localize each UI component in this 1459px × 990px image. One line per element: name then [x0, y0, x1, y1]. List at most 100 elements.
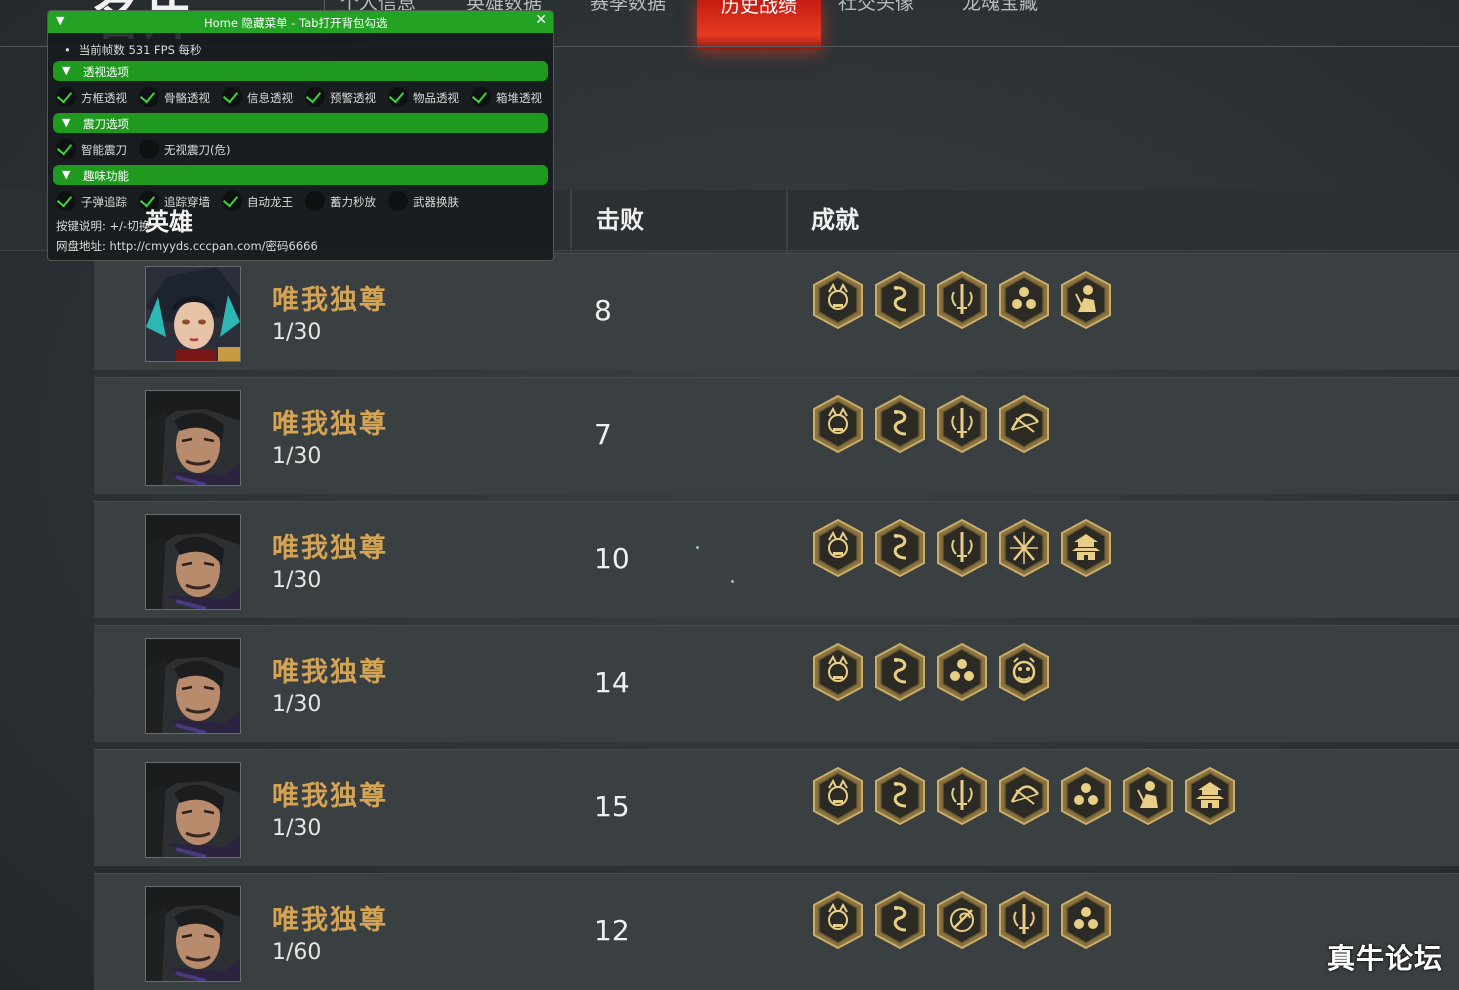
pagoda-icon[interactable]: [1058, 518, 1114, 578]
sword-icon[interactable]: [934, 394, 990, 454]
sword-icon[interactable]: [996, 890, 1052, 950]
menu-section-header[interactable]: ▼ 震刀选项: [53, 113, 548, 133]
checkbox[interactable]: [56, 87, 76, 107]
serpent-icon[interactable]: [872, 890, 928, 950]
demon-mask-icon[interactable]: [810, 642, 866, 702]
collapse-triangle-icon[interactable]: ▼: [62, 168, 70, 181]
collapse-triangle-icon[interactable]: ▼: [56, 14, 64, 27]
kill-count: 12: [594, 914, 630, 947]
checkmark-icon: [222, 87, 239, 104]
checkbox[interactable]: [305, 87, 325, 107]
triple-skull-icon[interactable]: [934, 642, 990, 702]
player-name: 唯我独尊: [272, 657, 388, 688]
checkbox[interactable]: [388, 191, 408, 211]
sword-icon[interactable]: [934, 766, 990, 826]
warrior-icon[interactable]: [1120, 766, 1176, 826]
sparkle-dot: [696, 546, 699, 549]
option-label: 自动龙王: [247, 195, 293, 209]
option-label: 蓄力秒放: [330, 195, 376, 209]
fps-text: 当前帧数 531 FPS 每秒: [78, 43, 202, 57]
checkbox[interactable]: [305, 191, 325, 211]
option-label: 方框透视: [81, 91, 127, 105]
table-row[interactable]: 唯我独尊 1/30 7: [94, 377, 1459, 494]
triple-skull-icon[interactable]: [996, 270, 1052, 330]
serpent-icon[interactable]: [872, 642, 928, 702]
checkmark-icon: [56, 191, 73, 208]
serpent-icon[interactable]: [872, 518, 928, 578]
demon-mask-icon[interactable]: [810, 890, 866, 950]
checkbox[interactable]: [139, 87, 159, 107]
serpent-icon[interactable]: [872, 394, 928, 454]
table-row[interactable]: 唯我独尊 1/30 15: [94, 749, 1459, 866]
checkbox[interactable]: [471, 87, 491, 107]
tab-social-avatar[interactable]: 社交头像: [838, 0, 914, 36]
pagoda-icon[interactable]: [1182, 766, 1238, 826]
match-mode: 1/30: [272, 444, 322, 469]
option-label: 预警透视: [330, 91, 376, 105]
demon-mask-icon[interactable]: [810, 394, 866, 454]
hero-avatar: [145, 514, 241, 610]
tab-match-history[interactable]: 历史战绩: [697, 0, 821, 50]
menu-title: Home 隐藏菜单 - Tab打开背包勾选: [204, 16, 388, 30]
table-row[interactable]: 唯我独尊 1/30 8: [94, 253, 1459, 370]
checkbox[interactable]: [388, 87, 408, 107]
match-mode: 1/30: [272, 816, 322, 841]
serpent-icon[interactable]: [872, 766, 928, 826]
spiral-blade-icon[interactable]: [934, 890, 990, 950]
match-mode: 1/30: [272, 692, 322, 717]
collapse-triangle-icon[interactable]: ▼: [62, 116, 70, 129]
table-row[interactable]: 唯我独尊 1/30 10: [94, 501, 1459, 618]
checkmark-icon: [56, 139, 73, 156]
bullet-icon: •: [64, 43, 71, 57]
demon-mask-icon[interactable]: [810, 518, 866, 578]
checkmark-icon: [139, 87, 156, 104]
player-name: 唯我独尊: [272, 781, 388, 812]
tab-season-data[interactable]: 赛季数据: [590, 0, 666, 36]
warrior-icon[interactable]: [1058, 270, 1114, 330]
overlay-menu: ▼ Home 隐藏菜单 - Tab打开背包勾选 ✕ • 当前帧数 531 FPS …: [47, 10, 554, 261]
crossed-blades-icon[interactable]: [996, 518, 1052, 578]
table-row[interactable]: 唯我独尊 1/30 14: [94, 625, 1459, 742]
sword-icon[interactable]: [934, 518, 990, 578]
bow-icon[interactable]: [996, 394, 1052, 454]
hero-avatar: [145, 390, 241, 486]
option-label: 物品透视: [413, 91, 459, 105]
header-divider: [786, 190, 788, 250]
checkbox[interactable]: [56, 191, 76, 211]
menu-title-bar[interactable]: ▼ Home 隐藏菜单 - Tab打开背包勾选 ✕: [48, 11, 553, 33]
hero-avatar: [145, 762, 241, 858]
sword-icon[interactable]: [934, 270, 990, 330]
table-row[interactable]: 唯我独尊 1/60 12: [94, 873, 1459, 990]
beast-icon[interactable]: [996, 642, 1052, 702]
kill-count: 14: [594, 666, 630, 699]
menu-section-header[interactable]: ▼ 趣味功能: [53, 165, 548, 185]
checkbox[interactable]: [139, 139, 159, 159]
collapse-triangle-icon[interactable]: ▼: [62, 64, 70, 77]
player-name: 唯我独尊: [272, 285, 388, 316]
bow-icon[interactable]: [996, 766, 1052, 826]
tab-dragon-treasure[interactable]: 龙魂宝藏: [962, 0, 1038, 36]
header-achievements: 成就: [811, 206, 859, 234]
checkmark-icon: [471, 87, 488, 104]
player-name: 唯我独尊: [272, 533, 388, 564]
checkbox[interactable]: [56, 139, 76, 159]
match-mode: 1/30: [272, 320, 322, 345]
triple-skull-icon[interactable]: [1058, 766, 1114, 826]
checkbox[interactable]: [222, 87, 242, 107]
menu-section-header[interactable]: ▼ 透视选项: [53, 61, 548, 81]
triple-skull-icon[interactable]: [1058, 890, 1114, 950]
option-label: 骨骼透视: [164, 91, 210, 105]
option-label: 武器换肤: [413, 195, 459, 209]
option-label: 子弹追踪: [81, 195, 127, 209]
kill-count: 8: [594, 294, 612, 327]
header-hero: 英雄: [145, 208, 193, 236]
checkbox[interactable]: [222, 191, 242, 211]
checkmark-icon: [305, 87, 322, 104]
serpent-icon[interactable]: [872, 270, 928, 330]
demon-mask-icon[interactable]: [810, 766, 866, 826]
close-icon[interactable]: ✕: [535, 12, 547, 28]
demon-mask-icon[interactable]: [810, 270, 866, 330]
player-name: 唯我独尊: [272, 905, 388, 936]
checkmark-icon: [388, 87, 405, 104]
hero-avatar: [145, 638, 241, 734]
